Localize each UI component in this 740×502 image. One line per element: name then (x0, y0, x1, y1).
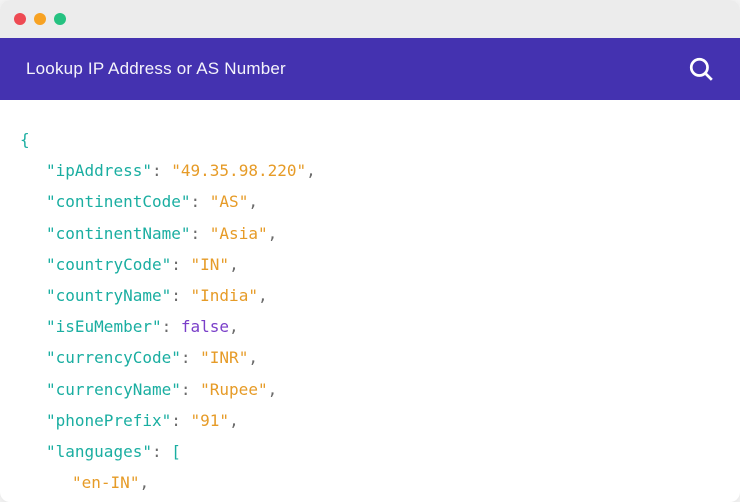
val-isEuMember: false (181, 317, 229, 336)
val-ipAddress: 49.35.98.220 (181, 161, 297, 180)
val-continentCode: AS (219, 192, 238, 211)
key-isEuMember: isEuMember (56, 317, 152, 336)
key-phonePrefix: phonePrefix (56, 411, 162, 430)
key-continentName: continentName (56, 224, 181, 243)
minimize-icon[interactable] (34, 13, 46, 25)
key-ipAddress: ipAddress (56, 161, 143, 180)
search-bar (0, 38, 740, 100)
val-continentName: Asia (219, 224, 258, 243)
val-countryCode: IN (200, 255, 219, 274)
key-countryName: countryName (56, 286, 162, 305)
search-input[interactable] (26, 59, 688, 79)
maximize-icon[interactable] (54, 13, 66, 25)
key-currencyCode: currencyCode (56, 348, 172, 367)
key-currencyName: currencyName (56, 380, 172, 399)
app-window: {"ipAddress": "49.35.98.220","continentC… (0, 0, 740, 502)
key-countryCode: countryCode (56, 255, 162, 274)
titlebar (0, 0, 740, 38)
search-icon[interactable] (688, 56, 714, 82)
val-phonePrefix: 91 (200, 411, 219, 430)
key-continentCode: continentCode (56, 192, 181, 211)
close-icon[interactable] (14, 13, 26, 25)
key-languages: languages (56, 442, 143, 461)
json-response-panel: {"ipAddress": "49.35.98.220","continentC… (0, 100, 740, 502)
val-currencyName: Rupee (210, 380, 258, 399)
val-countryName: India (200, 286, 248, 305)
window-controls (14, 13, 66, 25)
val-languages-0: en-IN (82, 473, 130, 492)
val-currencyCode: INR (210, 348, 239, 367)
